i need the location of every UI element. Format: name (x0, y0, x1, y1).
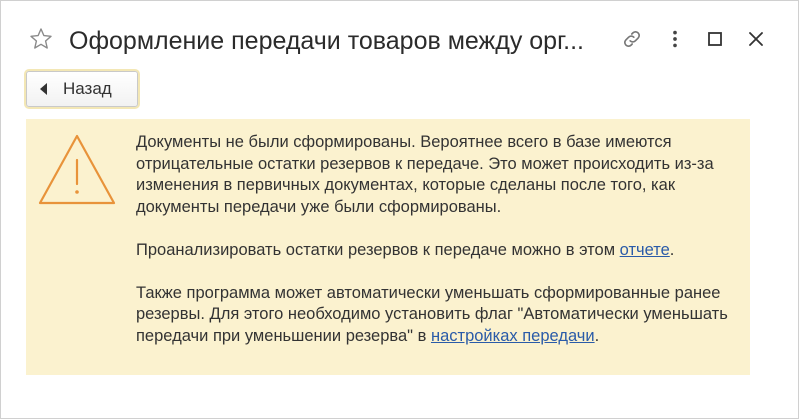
warning-paragraph-2: Проанализировать остатки резервов к пере… (136, 240, 741, 262)
warning-paragraph-1: Документы не были сформированы. Вероятне… (136, 133, 714, 216)
window-title: Оформление передачи товаров между орг... (69, 27, 584, 55)
back-button-label: Назад (63, 79, 112, 98)
star-icon[interactable] (29, 27, 53, 51)
warning-panel: Документы не были сформированы. Вероятне… (26, 119, 750, 375)
more-button[interactable] (661, 25, 689, 53)
close-button[interactable] (742, 25, 770, 53)
title-bar: Оформление передачи товаров между орг... (1, 1, 798, 67)
warning-message: Документы не были сформированы. Вероятне… (136, 132, 741, 347)
back-button[interactable]: Назад (26, 71, 138, 107)
link-button[interactable] (618, 25, 646, 53)
paragraph-3-end: . (594, 326, 600, 345)
warning-paragraph-3: Также программа может автоматически умен… (136, 283, 741, 348)
link-icon (624, 31, 640, 47)
back-arrow-icon (40, 83, 47, 95)
warning-icon (38, 134, 116, 205)
dialog-window: Оформление передачи товаров между орг... (0, 0, 799, 419)
more-vertical-icon (673, 30, 677, 48)
report-link[interactable]: отчете (620, 241, 670, 259)
maximize-icon (708, 32, 722, 46)
maximize-button[interactable] (701, 25, 729, 53)
paragraph-2-text: Проанализировать остатки резервов к пере… (136, 240, 620, 259)
paragraph-2-end: . (669, 240, 675, 259)
transfer-settings-link[interactable]: настройках передачи (431, 327, 595, 345)
close-icon (749, 32, 763, 46)
